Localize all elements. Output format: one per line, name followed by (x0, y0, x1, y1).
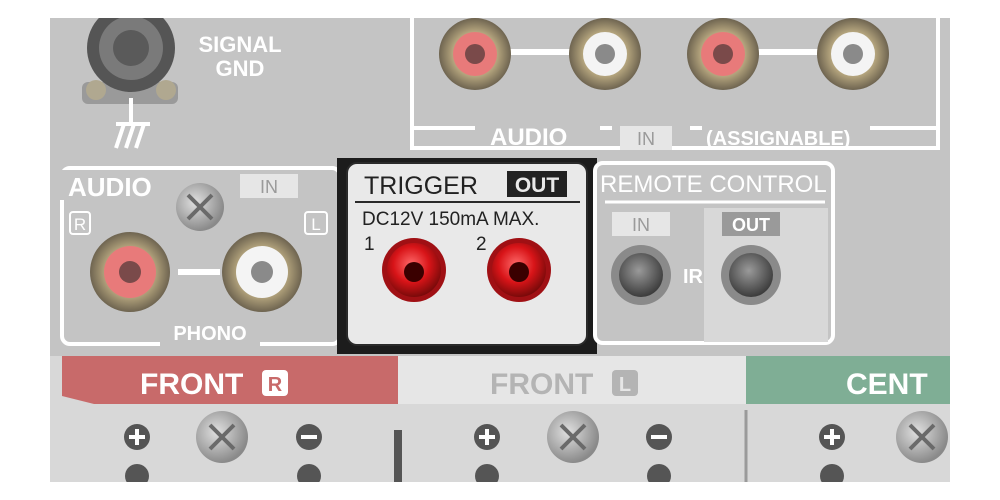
front-r-badge: R (268, 374, 283, 396)
trigger-out-rating: DC12V 150mA MAX. (362, 209, 539, 230)
audio-phono-channel-l: L (311, 215, 320, 234)
rca-jack-red-2[interactable] (687, 18, 759, 90)
audio-assignable-title: AUDIO (490, 124, 567, 151)
front-l-label: FRONT (490, 368, 593, 401)
front-l-plus-icon (474, 424, 500, 450)
audio-phono-channel-r: R (74, 215, 86, 234)
audio-assignable-in-badge: IN (637, 129, 655, 149)
front-l-minus-icon (646, 424, 672, 450)
front-r-plus-icon (124, 424, 150, 450)
trigger-out-jack-2[interactable] (487, 238, 551, 302)
audio-phono-footer: PHONO (173, 323, 246, 345)
rca-jack-white-2[interactable] (817, 18, 889, 90)
signal-gnd-label-line2: GND (216, 56, 265, 81)
audio-phono-title: AUDIO (68, 172, 152, 202)
signal-gnd-label-line1: SIGNAL (198, 32, 281, 57)
center-terminal-screw[interactable] (896, 411, 948, 463)
trigger-out-title: TRIGGER (364, 172, 478, 200)
phono-rca-jack-white[interactable] (222, 232, 302, 312)
trigger-out-jack-1[interactable] (382, 238, 446, 302)
center-label: CENT (846, 368, 928, 401)
trigger-jack-2-number: 2 (476, 234, 487, 255)
rca-jack-red-1[interactable] (439, 18, 511, 90)
remote-out-jack[interactable] (721, 245, 781, 305)
phono-ground-screw-icon (176, 183, 224, 231)
remote-in-label: IN (632, 215, 650, 235)
audio-assignable-note: (ASSIGNABLE) (706, 128, 850, 150)
audio-phono-in-badge: IN (260, 177, 278, 197)
rca-jack-white-1[interactable] (569, 18, 641, 90)
front-r-label: FRONT (140, 368, 243, 401)
trigger-out-badge: OUT (515, 174, 560, 197)
remote-in-ir-jack[interactable] (611, 245, 671, 305)
remote-out-label: OUT (732, 215, 770, 235)
front-l-terminal-screw[interactable] (547, 411, 599, 463)
front-r-terminal-screw[interactable] (196, 411, 248, 463)
remote-control-title: REMOTE CONTROL (600, 171, 827, 198)
rear-panel-photo: SIGNAL GND AUDIO IN (ASSIGNABLE) AUDIO I… (0, 0, 1000, 500)
center-plus-icon (819, 424, 845, 450)
remote-ir-label: IR (683, 266, 704, 288)
trigger-jack-1-number: 1 (364, 234, 375, 255)
front-r-minus-icon (296, 424, 322, 450)
front-l-badge: L (619, 374, 631, 396)
phono-rca-jack-red[interactable] (90, 232, 170, 312)
